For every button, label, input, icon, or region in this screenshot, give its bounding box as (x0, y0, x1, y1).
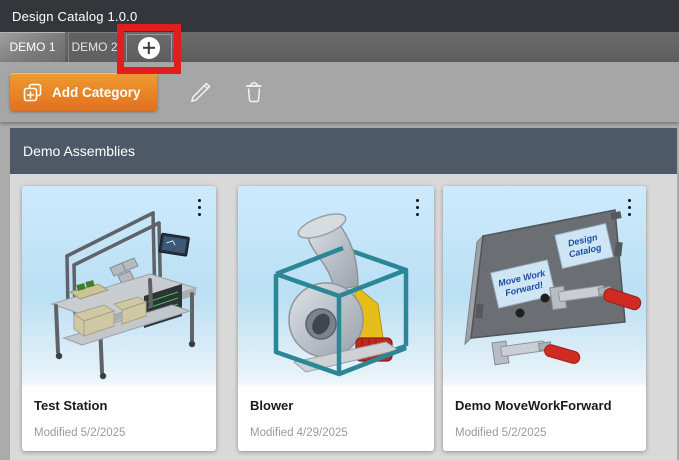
card-title: Demo MoveWorkForward (443, 386, 646, 413)
card-modified-date: Modified 5/2/2025 (443, 413, 646, 439)
card-test-station[interactable]: Test Station Modified 5/2/2025 (22, 186, 216, 451)
card-image (238, 186, 434, 386)
edit-button[interactable] (183, 74, 219, 110)
tab-demo-2[interactable]: DEMO 2 (68, 32, 121, 62)
card-title: Test Station (22, 386, 216, 413)
card-image: Move Work Forward! Design Catalog (443, 186, 646, 386)
tab-bar: DEMO 1 DEMO 2 (0, 32, 679, 62)
card-image (22, 186, 216, 386)
kebab-menu-icon[interactable] (409, 196, 425, 218)
category-title: Demo Assemblies (23, 143, 135, 159)
card-blower[interactable]: Blower Modified 4/29/2025 (238, 186, 434, 451)
add-tab-button[interactable] (126, 34, 172, 61)
plus-circle-icon (138, 37, 160, 59)
fixture-plate-3d-render: Move Work Forward! Design Catalog (443, 186, 646, 386)
card-demo-moveworkforward[interactable]: Move Work Forward! Design Catalog (443, 186, 646, 451)
card-title: Blower (238, 386, 434, 413)
card-modified-date: Modified 5/2/2025 (22, 413, 216, 439)
cards-grid: Test Station Modified 5/2/2025 (10, 174, 677, 460)
tab-label: DEMO 1 (9, 40, 55, 54)
trash-icon (241, 79, 267, 105)
add-category-button[interactable]: Add Category (10, 73, 157, 111)
delete-button[interactable] (237, 75, 271, 109)
kebab-menu-icon[interactable] (621, 196, 637, 218)
add-category-label: Add Category (52, 85, 141, 100)
pencil-icon (187, 78, 215, 106)
window-title: Design Catalog 1.0.0 (12, 9, 137, 24)
category-panel: Demo Assemblies (10, 128, 677, 460)
tab-demo-1[interactable]: DEMO 1 (0, 32, 65, 62)
panel-header: Demo Assemblies (10, 128, 677, 174)
tab-label: DEMO 2 (71, 40, 117, 54)
window-titlebar: Design Catalog 1.0.0 (0, 0, 679, 32)
blower-3d-render (238, 186, 434, 386)
add-box-icon (22, 82, 43, 103)
test-station-3d-render (22, 186, 216, 386)
kebab-menu-icon[interactable] (191, 196, 207, 218)
toolbar: Add Category (0, 62, 679, 122)
card-modified-date: Modified 4/29/2025 (238, 413, 434, 439)
content-area: Demo Assemblies (0, 122, 679, 460)
